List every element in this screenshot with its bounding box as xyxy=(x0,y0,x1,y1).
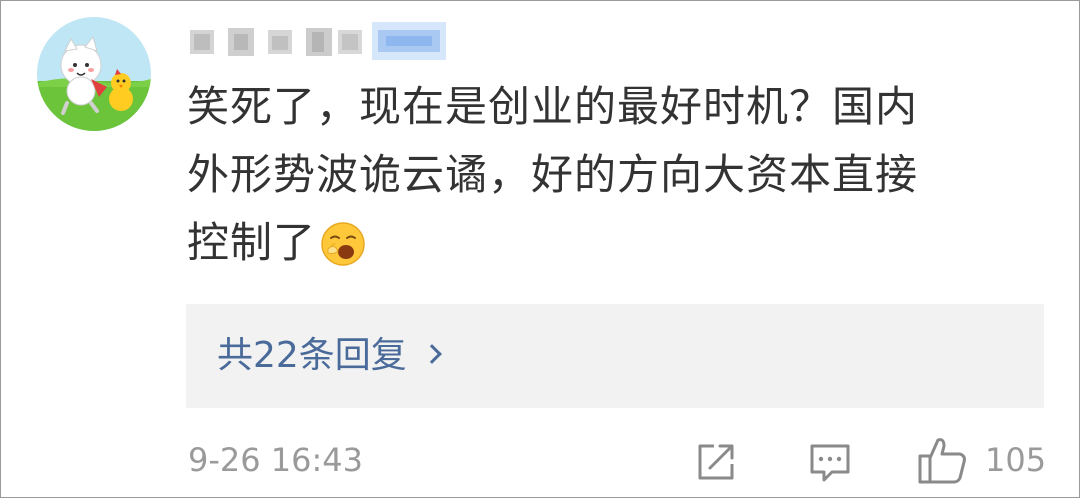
comment-text: 笑死了，现在是创业的最好时机？国内 外形势波诡云谲，好的方向大资本直接 控制了 xyxy=(187,73,1017,277)
username-blurred[interactable] xyxy=(188,24,368,60)
view-replies-link[interactable]: 共22条回复 xyxy=(217,330,442,382)
avatar-illustration xyxy=(37,17,151,131)
comment-timestamp: 9-26 16:43 xyxy=(188,441,364,479)
yawn-emoji-icon xyxy=(320,219,366,266)
pixelated-badge xyxy=(372,22,446,60)
replies-panel[interactable]: 共22条回复 xyxy=(186,304,1044,408)
share-icon[interactable] xyxy=(694,440,738,484)
chevron-right-icon xyxy=(421,344,442,364)
like-count: 105 xyxy=(985,441,1047,479)
user-avatar[interactable] xyxy=(37,17,151,131)
replies-count-label: 共22条回复 xyxy=(217,335,407,376)
vip-badge-blurred xyxy=(372,22,446,60)
comment-line-text: 控制了 xyxy=(187,218,317,267)
comment-icon[interactable] xyxy=(808,440,852,484)
thumbs-up-icon[interactable] xyxy=(916,434,968,486)
comment-line: 笑死了，现在是创业的最好时机？国内 xyxy=(187,82,919,131)
comment-line: 控制了 xyxy=(187,209,1017,277)
comment-line: 外形势波诡云谲，好的方向大资本直接 xyxy=(187,150,919,199)
pixelated-username xyxy=(190,28,362,56)
